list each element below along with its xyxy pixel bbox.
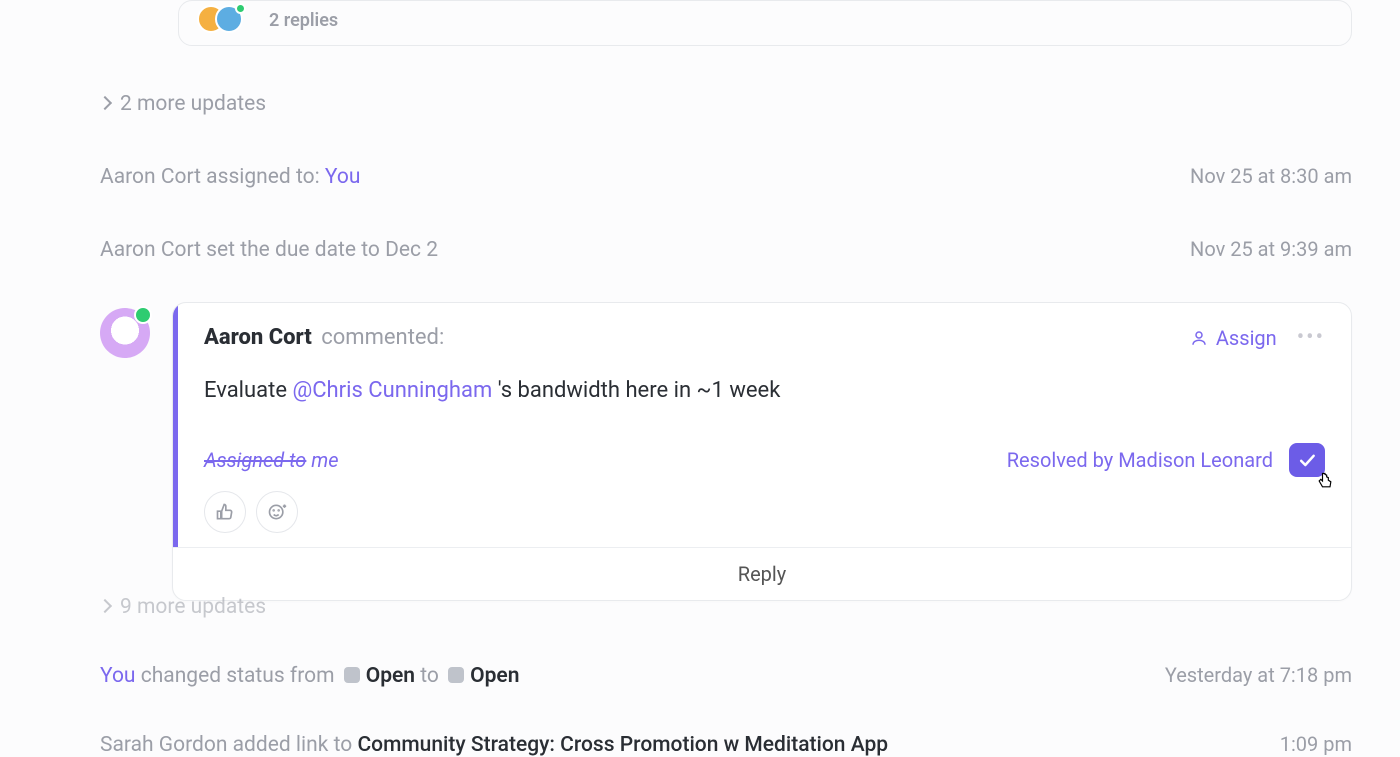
comment-card: Aaron Cort commented: Assign ••• Evaluat… bbox=[172, 302, 1352, 601]
assign-label: Assign bbox=[1216, 326, 1277, 350]
check-icon bbox=[1297, 450, 1317, 470]
chevron-right-icon bbox=[98, 599, 112, 613]
verb: assigned to: bbox=[201, 165, 325, 189]
resolve-toggle[interactable] bbox=[1289, 443, 1325, 477]
actor: Sarah Gordon bbox=[100, 733, 227, 757]
reply-label: Reply bbox=[738, 562, 787, 586]
thumbs-up-icon bbox=[215, 502, 235, 522]
activity-assigned: Aaron Cort assigned to: You Nov 25 at 8:… bbox=[100, 164, 1352, 189]
timestamp: Nov 25 at 9:39 am bbox=[1190, 237, 1352, 261]
user-icon bbox=[1190, 329, 1208, 347]
to-word: to bbox=[415, 664, 444, 688]
verb: set the due date to bbox=[201, 238, 385, 262]
status-badge-from bbox=[344, 667, 360, 683]
presence-indicator bbox=[235, 3, 246, 14]
timestamp: 1:09 pm bbox=[1280, 732, 1352, 756]
replies-count: 2 replies bbox=[269, 10, 338, 31]
resolved-by-label: Resolved by Madison Leonard bbox=[1007, 448, 1273, 472]
comment-text: Evaluate bbox=[204, 378, 292, 403]
actor-link[interactable]: You bbox=[100, 664, 136, 688]
activity-added-link: Sarah Gordon added link to Community Str… bbox=[100, 732, 1352, 757]
activity-due-date: Aaron Cort set the due date to Dec 2 Nov… bbox=[100, 237, 1352, 262]
actor: Aaron Cort bbox=[100, 238, 201, 262]
comment-author-avatar[interactable] bbox=[100, 308, 150, 358]
assigned-to-strike: Assigned to bbox=[204, 448, 306, 472]
collapsed-count: 2 more updates bbox=[120, 92, 266, 116]
comment-block: Aaron Cort commented: Assign ••• Evaluat… bbox=[100, 302, 1352, 601]
timestamp: Yesterday at 7:18 pm bbox=[1165, 663, 1352, 687]
assign-button[interactable]: Assign bbox=[1190, 326, 1277, 350]
status-to: Open bbox=[470, 664, 519, 688]
more-menu-button[interactable]: ••• bbox=[1297, 325, 1325, 350]
status-badge-to bbox=[448, 667, 464, 683]
add-reaction-button[interactable] bbox=[256, 491, 298, 533]
collapsed-count: 9 more updates bbox=[120, 595, 266, 619]
activity-status-change: You changed status from Open to Open Yes… bbox=[100, 663, 1352, 688]
timestamp: Nov 25 at 8:30 am bbox=[1190, 164, 1352, 188]
due-date-value: Dec 2 bbox=[385, 238, 438, 262]
reply-button[interactable]: Reply bbox=[173, 547, 1351, 600]
status-from: Open bbox=[366, 664, 415, 688]
like-button[interactable] bbox=[204, 491, 246, 533]
comment-text: 's bandwidth here in ~1 week bbox=[492, 378, 780, 403]
assigned-to-line[interactable]: Assigned to me bbox=[204, 448, 339, 472]
reply-avatars bbox=[197, 5, 255, 35]
link-title[interactable]: Community Strategy: Cross Promotion w Me… bbox=[357, 733, 888, 757]
assignee-link[interactable]: You bbox=[325, 165, 361, 189]
comment-author-line: Aaron Cort commented: bbox=[204, 325, 444, 350]
comment-author-name: Aaron Cort bbox=[204, 325, 312, 350]
verb: changed status from bbox=[136, 664, 340, 688]
assigned-to-rest: me bbox=[306, 448, 338, 472]
resolved-line: Resolved by Madison Leonard bbox=[1007, 443, 1325, 477]
commented-label: commented: bbox=[321, 325, 444, 350]
emoji-add-icon bbox=[267, 502, 287, 522]
chevron-right-icon bbox=[98, 96, 112, 110]
thread-replies-card[interactable]: 2 replies bbox=[178, 0, 1352, 46]
expand-updates-1[interactable]: 2 more updates bbox=[100, 92, 1352, 116]
expand-updates-2[interactable]: 9 more updates bbox=[100, 595, 1352, 619]
actor: Aaron Cort bbox=[100, 165, 201, 189]
cursor-pointer-icon bbox=[1315, 471, 1335, 491]
comment-body: Evaluate @Chris Cunningham 's bandwidth … bbox=[204, 374, 1325, 407]
mention-link[interactable]: @Chris Cunningham bbox=[292, 378, 492, 403]
verb: added link to bbox=[227, 733, 357, 757]
